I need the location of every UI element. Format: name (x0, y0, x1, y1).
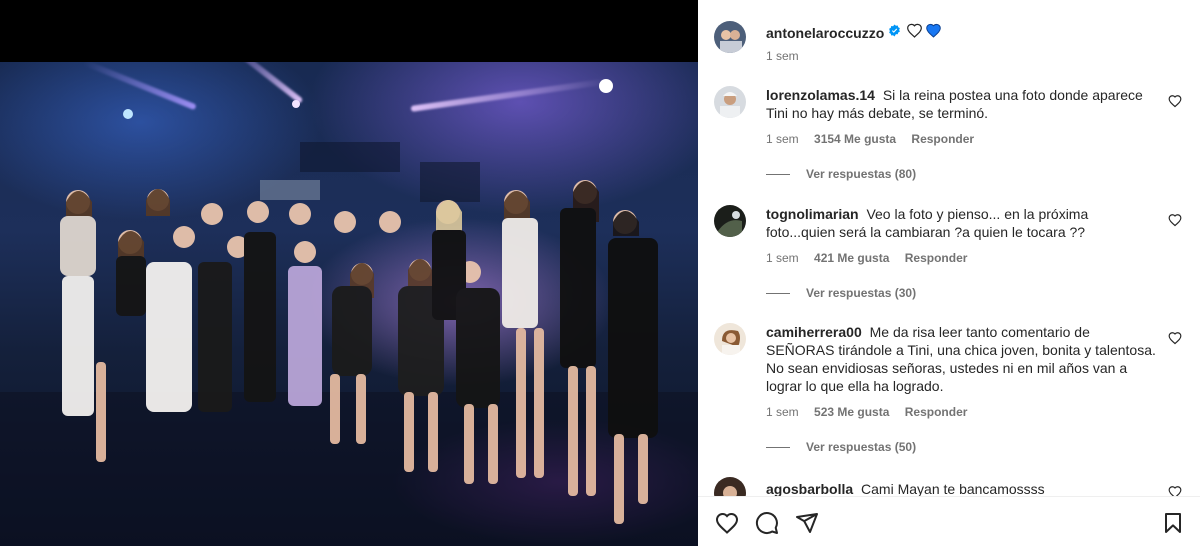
commenter-avatar[interactable] (714, 205, 746, 237)
view-replies-label: Ver respuestas (30) (806, 286, 917, 300)
post-time[interactable]: 1 sem (766, 49, 799, 63)
reply-button[interactable]: Responder (905, 405, 968, 419)
author-avatar[interactable] (714, 21, 746, 53)
heart-icon[interactable] (715, 511, 739, 535)
comment-meta: 1 sem 523 Me gusta Responder (766, 405, 979, 419)
view-replies-label: Ver respuestas (80) (806, 167, 917, 181)
commenter-avatar[interactable] (714, 323, 746, 355)
comment-likes[interactable]: 421 Me gusta (814, 251, 889, 265)
commenter-username[interactable]: agosbarbolla (766, 481, 853, 496)
replies-line (766, 293, 790, 295)
commenter-avatar[interactable] (714, 86, 746, 118)
blue-heart-icon (925, 23, 942, 43)
comment-item: agosbarbolla Cami Mayan te bancamossss (714, 477, 1184, 496)
bookmark-icon[interactable] (1161, 511, 1185, 535)
reply-button[interactable]: Responder (911, 132, 974, 146)
post-media (0, 0, 698, 546)
comment-likes[interactable]: 523 Me gusta (814, 405, 889, 419)
comments-panel: antonelaroccuzzo 1 sem lorenzolamas.14 S… (698, 0, 1200, 546)
replies-line (766, 447, 790, 449)
comment-like-heart-icon[interactable] (1168, 213, 1182, 227)
comment-text: Cami Mayan te bancamossss (861, 481, 1045, 496)
comment-icon[interactable] (755, 511, 779, 535)
comment-time[interactable]: 1 sem (766, 405, 799, 419)
comment-like-heart-icon[interactable] (1168, 331, 1182, 345)
view-replies-label: Ver respuestas (50) (806, 440, 917, 454)
comment-like-heart-icon[interactable] (1168, 485, 1182, 496)
comment-item: tognolimarian Veo la foto y pienso... en… (714, 205, 1184, 305)
crowd-illustration (0, 79, 698, 546)
comment-like-heart-icon[interactable] (1168, 94, 1182, 108)
comment-item: camiherrera00 Me da risa leer tanto come… (714, 323, 1184, 463)
comment-time[interactable]: 1 sem (766, 132, 799, 146)
comment-meta: 1 sem 3154 Me gusta Responder (766, 132, 986, 146)
view-replies[interactable]: Ver respuestas (80) (766, 167, 916, 181)
replies-line (766, 174, 790, 176)
post-caption: antonelaroccuzzo 1 sem (714, 18, 1184, 68)
reply-button[interactable]: Responder (905, 251, 968, 265)
post-photo[interactable] (0, 62, 698, 546)
commenter-avatar[interactable] (714, 477, 746, 496)
post-action-bar (698, 496, 1200, 546)
view-replies[interactable]: Ver respuestas (50) (766, 440, 916, 454)
view-replies[interactable]: Ver respuestas (30) (766, 286, 916, 300)
comment-time[interactable]: 1 sem (766, 251, 799, 265)
comment-item: lorenzolamas.14 Si la reina postea una f… (714, 86, 1184, 186)
commenter-username[interactable]: camiherrera00 (766, 324, 862, 340)
white-heart-icon (906, 23, 923, 43)
author-username[interactable]: antonelaroccuzzo (766, 25, 884, 41)
verified-badge-icon (888, 24, 901, 42)
commenter-username[interactable]: tognolimarian (766, 206, 859, 222)
comment-meta: 1 sem 421 Me gusta Responder (766, 251, 979, 265)
send-icon[interactable] (795, 511, 819, 535)
commenter-username[interactable]: lorenzolamas.14 (766, 87, 875, 103)
comment-likes[interactable]: 3154 Me gusta (814, 132, 896, 146)
